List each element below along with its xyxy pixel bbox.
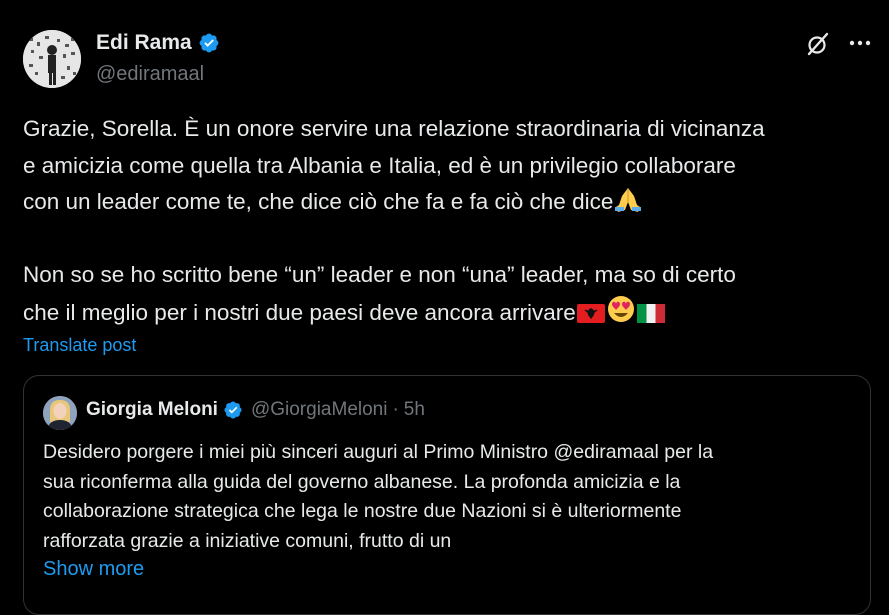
quoted-post-text: Desidero porgere i miei più sinceri augu…: [43, 438, 853, 556]
quoted-author-avatar[interactable]: [43, 396, 77, 430]
italy-flag-emoji: [636, 303, 665, 323]
author-avatar[interactable]: [23, 30, 81, 88]
quoted-post-line: rafforzata grazie a iniziative comuni, f…: [43, 529, 452, 552]
post-line: Non so se ho scritto bene “un” leader e …: [23, 262, 736, 287]
post-line: Grazie, Sorella. È un onore servire una …: [23, 116, 765, 141]
quoted-author-name[interactable]: Giorgia Meloni: [86, 399, 218, 421]
quoted-post-card[interactable]: Giorgia Meloni @GiorgiaMeloni · 5h Desid…: [23, 375, 871, 615]
separator-dot: ·: [392, 399, 399, 420]
author-name-row[interactable]: Edi Rama: [96, 31, 220, 55]
translate-post-link[interactable]: Translate post: [23, 335, 136, 356]
post-line-text: con un leader come te, che dice ciò che …: [23, 189, 614, 214]
albania-flag-emoji: [576, 303, 605, 323]
folded-hands-emoji: [615, 188, 642, 212]
quoted-post-header: Giorgia Meloni @GiorgiaMeloni · 5h: [86, 399, 425, 421]
quoted-post-line: Desidero porgere i miei più sinceri augu…: [43, 441, 714, 463]
post-line-text: che il meglio per i nostri due paesi dev…: [23, 299, 576, 325]
quoted-author-handle[interactable]: @GiorgiaMeloni: [251, 399, 388, 421]
author-name[interactable]: Edi Rama: [96, 31, 192, 55]
quoted-post-line: collaborazione strategica che lega le no…: [43, 500, 682, 522]
post-line-with-emoji: con un leader come te, che dice ciò che …: [23, 184, 873, 221]
show-more-link[interactable]: Show more: [43, 558, 144, 581]
post-text: Grazie, Sorella. È un onore servire una …: [23, 111, 873, 330]
heart-eyes-emoji: [607, 295, 634, 322]
quoted-post-line: sua riconferma alla guida del governo al…: [43, 470, 681, 493]
more-dots-icon[interactable]: [848, 37, 872, 49]
verified-badge-icon: [199, 33, 219, 53]
grok-icon[interactable]: [805, 31, 831, 57]
verified-badge-icon: [224, 401, 242, 419]
quoted-post-time[interactable]: 5h: [404, 399, 425, 421]
author-handle[interactable]: @ediramaal: [96, 63, 204, 86]
post-line: e amicizia come quella tra Albania e Ita…: [23, 152, 736, 178]
post-line-with-emoji: che il meglio per i nostri due paesi dev…: [23, 294, 873, 331]
